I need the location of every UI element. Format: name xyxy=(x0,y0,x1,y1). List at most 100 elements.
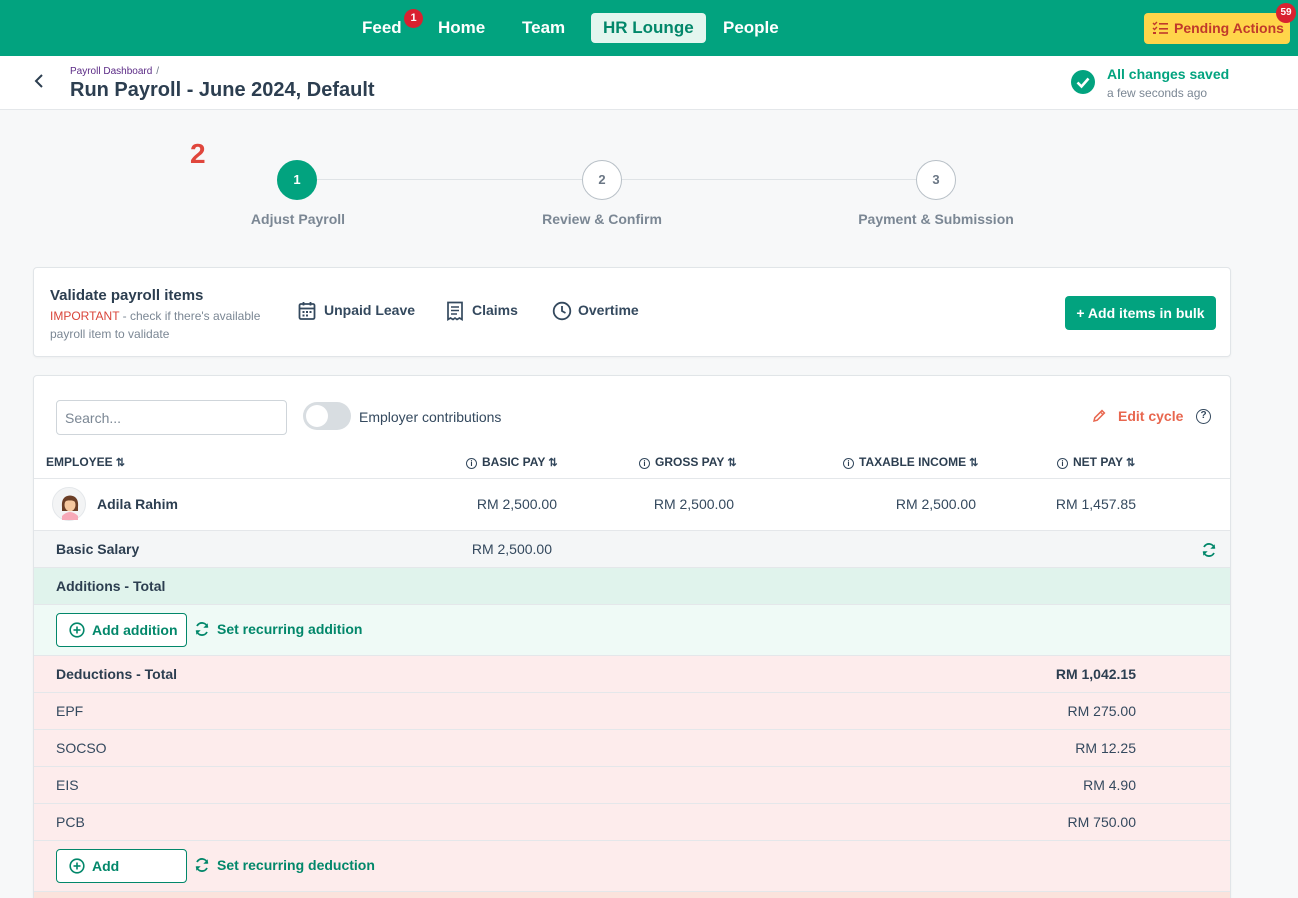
step-2-circle[interactable]: 2 xyxy=(582,160,622,200)
unpaid-leave-label: Unpaid Leave xyxy=(324,302,416,318)
refresh-icon[interactable] xyxy=(1201,542,1217,558)
toggle-knob xyxy=(306,405,328,427)
annotation-step-number: 2 xyxy=(190,138,206,169)
pending-actions-label: Pending Actions xyxy=(1174,20,1284,36)
deductions-total-label: Deductions - Total xyxy=(56,666,178,682)
employee-name[interactable]: Adila Rahim xyxy=(97,496,178,512)
basic-salary-amount: RM 2,500.00 xyxy=(471,541,552,557)
overtime-button[interactable]: Overtime xyxy=(552,301,639,321)
avatar xyxy=(52,487,86,521)
employer-contributions-label: Employer contributions xyxy=(359,409,502,425)
column-header-taxable-income[interactable]: i TAXABLE INCOME ⇅ xyxy=(843,455,978,469)
validate-payroll-card: Validate payroll items IMPORTANT - check… xyxy=(33,267,1231,357)
calendar-icon xyxy=(298,302,316,320)
back-arrow-icon[interactable] xyxy=(30,72,48,90)
employee-taxable-income: RM 2,500.00 xyxy=(895,496,976,512)
stepper-connector xyxy=(317,179,582,180)
nav-feed-label: Feed xyxy=(362,18,402,37)
help-icon[interactable]: ? xyxy=(1196,409,1211,424)
top-navigation: Feed 1 Home Team HR Lounge People Pendin… xyxy=(0,0,1298,56)
additions-actions-row: Add addition Set recurring addition xyxy=(34,604,1230,655)
column-header-taxable-income-label: TAXABLE INCOME xyxy=(859,455,967,469)
additions-total-row: Additions - Total xyxy=(34,567,1230,604)
page-header: Payroll Dashboard / Run Payroll - June 20… xyxy=(0,56,1298,110)
step-1-label: Adjust Payroll xyxy=(250,211,346,227)
plus-circle-icon xyxy=(69,622,85,638)
info-icon: i xyxy=(639,458,650,469)
employee-row[interactable]: Adila Rahim RM 2,500.00 RM 2,500.00 RM 2… xyxy=(34,478,1230,530)
column-header-net-pay-label: NET PAY xyxy=(1073,455,1124,469)
claims-label: Claims xyxy=(472,302,518,318)
column-header-gross-pay[interactable]: i GROSS PAY ⇅ xyxy=(639,455,737,469)
deduction-label: PCB xyxy=(56,814,85,830)
column-header-basic-pay[interactable]: i BASIC PAY ⇅ xyxy=(466,455,558,469)
deduction-row: SOCSO RM 12.25 xyxy=(34,729,1230,766)
receipt-icon xyxy=(447,301,463,321)
add-addition-label: Add addition xyxy=(92,622,178,638)
step-1-circle[interactable]: 1 xyxy=(277,160,317,200)
column-header-gross-pay-label: GROSS PAY xyxy=(655,455,725,469)
validate-note: IMPORTANT - check if there's available p… xyxy=(50,307,280,343)
deduction-row: PCB RM 750.00 xyxy=(34,803,1230,840)
nav-hr-lounge-label: HR Lounge xyxy=(603,18,694,37)
add-items-in-bulk-button[interactable]: + Add items in bulk xyxy=(1065,296,1216,330)
overtime-label: Overtime xyxy=(578,302,639,318)
unpaid-leave-button[interactable]: Unpaid Leave xyxy=(298,302,416,320)
deduction-label: SOCSO xyxy=(56,740,107,756)
deductions-total-amount: RM 1,042.15 xyxy=(1055,666,1136,682)
sort-icon: ⇅ xyxy=(548,457,558,469)
info-icon: i xyxy=(1057,458,1068,469)
sort-icon: ⇅ xyxy=(969,457,979,469)
column-header-net-pay[interactable]: i NET PAY ⇅ xyxy=(1057,455,1135,469)
nav-team[interactable]: Team xyxy=(510,13,577,43)
task-list-icon xyxy=(1152,21,1168,34)
deduction-amount: RM 750.00 xyxy=(1067,814,1136,830)
column-header-employee[interactable]: EMPLOYEE ⇅ xyxy=(46,455,125,469)
set-recurring-deduction-button[interactable]: Set recurring deduction xyxy=(194,857,375,873)
recurring-icon xyxy=(195,858,209,872)
add-addition-button[interactable]: Add addition xyxy=(56,613,187,647)
save-status-title: All changes saved xyxy=(1107,66,1230,82)
set-recurring-addition-button[interactable]: Set recurring addition xyxy=(194,621,362,637)
table-footer-strip xyxy=(34,891,1230,898)
set-recurring-addition-label: Set recurring addition xyxy=(217,621,363,637)
deduction-label: EPF xyxy=(56,703,84,719)
nav-hr-lounge[interactable]: HR Lounge xyxy=(591,13,706,43)
edit-cycle-button[interactable]: Edit cycle xyxy=(1091,408,1183,424)
feed-notification-badge: 1 xyxy=(404,9,423,28)
employer-contributions-toggle[interactable] xyxy=(303,402,351,430)
employee-net-pay: RM 1,457.85 xyxy=(1055,496,1136,512)
step-3-label: Payment & Submission xyxy=(858,211,1014,227)
info-icon: i xyxy=(466,458,477,469)
nav-home-label: Home xyxy=(438,18,486,37)
set-recurring-deduction-label: Set recurring deduction xyxy=(217,857,375,873)
claims-button[interactable]: Claims xyxy=(446,301,518,321)
search-input[interactable] xyxy=(56,400,287,435)
step-3-circle[interactable]: 3 xyxy=(916,160,956,200)
user-avatar-icon xyxy=(61,495,79,520)
deductions-actions-row: Add deduction Set recurring deduction xyxy=(34,840,1230,898)
clock-icon xyxy=(552,301,572,321)
additions-total-label: Additions - Total xyxy=(56,578,166,594)
add-deduction-button[interactable]: Add deduction xyxy=(56,849,187,898)
basic-salary-row: Basic Salary RM 2,500.00 xyxy=(34,530,1230,567)
info-icon: i xyxy=(843,458,854,469)
sort-icon: ⇅ xyxy=(115,457,125,469)
payroll-table-card: Employer contributions Edit cycle ? EMPL… xyxy=(33,375,1231,898)
pending-actions-button[interactable]: Pending Actions xyxy=(1144,13,1290,44)
nav-home[interactable]: Home xyxy=(426,13,497,43)
deduction-amount: RM 275.00 xyxy=(1067,703,1136,719)
column-header-employee-label: EMPLOYEE xyxy=(46,455,113,469)
basic-salary-label: Basic Salary xyxy=(56,541,140,557)
pencil-icon xyxy=(1092,409,1106,423)
nav-people[interactable]: People xyxy=(711,13,791,43)
validate-title: Validate payroll items xyxy=(50,287,204,304)
employee-basic-pay: RM 2,500.00 xyxy=(476,496,557,512)
deduction-row: EPF RM 275.00 xyxy=(34,692,1230,729)
pending-actions-badge: 59 xyxy=(1276,3,1296,23)
step-2-label: Review & Confirm xyxy=(542,211,662,227)
nav-team-label: Team xyxy=(522,18,566,37)
breadcrumb-payroll-dashboard[interactable]: Payroll Dashboard xyxy=(70,66,152,77)
check-circle-icon xyxy=(1071,70,1095,94)
breadcrumb: Payroll Dashboard / xyxy=(70,66,159,77)
